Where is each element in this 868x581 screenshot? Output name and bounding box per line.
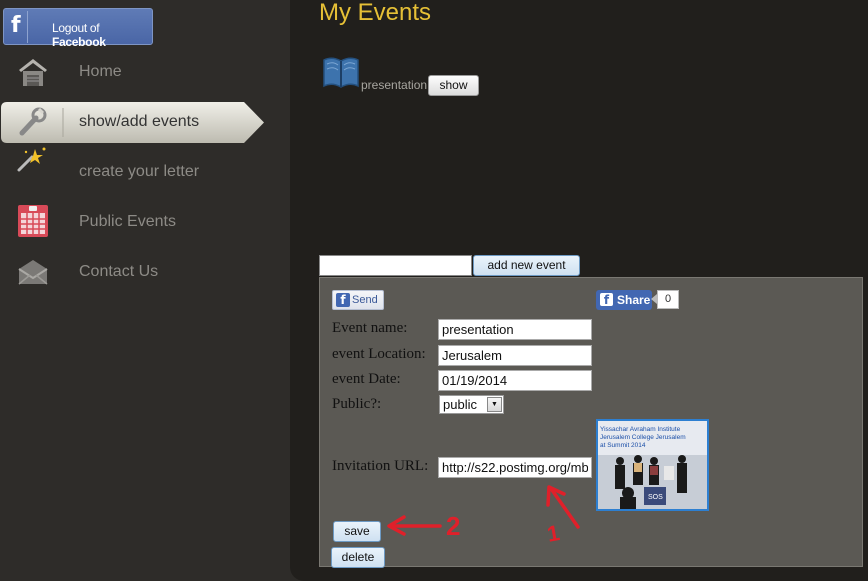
home-icon	[19, 59, 47, 86]
share-label: Share	[617, 293, 651, 307]
sidebar-item-label: Public Events	[79, 213, 176, 230]
facebook-logout-button[interactable]: f Logout of Facebook	[3, 8, 153, 49]
event-location-input[interactable]	[438, 345, 592, 366]
facebook-icon: f	[600, 293, 613, 307]
book-icon[interactable]	[322, 56, 360, 90]
invitation-url-input[interactable]	[438, 457, 592, 478]
event-date-input[interactable]	[438, 370, 592, 391]
add-new-event-button[interactable]: add new event	[473, 255, 580, 276]
public-field-label: Public?:	[332, 396, 382, 412]
envelope-icon	[18, 260, 48, 285]
event-name-field-label: Event name:	[332, 320, 408, 336]
sidebar-item-label: show/add events	[79, 113, 200, 130]
chevron-down-icon: ▼	[487, 397, 502, 412]
facebook-icon: f	[11, 13, 21, 38]
sidebar-item-label: create your letter	[79, 163, 200, 180]
sidebar-item-label: Home	[79, 63, 122, 80]
event-date-label: event Date:	[332, 371, 401, 387]
sidebar-item-create-letter[interactable]: create your letter	[0, 147, 290, 192]
delete-button[interactable]: delete	[331, 547, 385, 568]
save-button[interactable]: save	[333, 521, 381, 542]
share-count: 0	[657, 290, 679, 309]
sidebar-item-contact-us[interactable]: Contact Us	[0, 252, 290, 292]
facebook-send-button[interactable]: f Send	[332, 290, 384, 310]
invitation-url-label: Invitation URL:	[332, 458, 429, 474]
wrench-icon	[19, 107, 47, 136]
logout-label: Logout of Facebook	[52, 21, 106, 49]
page-title: My Events	[319, 0, 432, 26]
image-caption-line: Jerusalem College Jerusalem	[600, 434, 686, 441]
public-select-value: public	[443, 397, 477, 412]
event-location-label: event Location:	[332, 346, 426, 362]
sidebar-item-show-add-events[interactable]: show/add events	[0, 102, 290, 142]
sidebar: f Logout of Facebook Home show/add event	[0, 0, 290, 581]
image-banner-text: SOS	[648, 494, 663, 501]
public-select[interactable]: public ▼	[439, 395, 504, 414]
magic-wand-icon	[17, 147, 46, 172]
sidebar-item-label: Contact Us	[79, 263, 159, 280]
sidebar-item-public-events[interactable]: Public Events	[0, 202, 290, 242]
event-name-label[interactable]: presentation	[361, 78, 427, 92]
show-event-button[interactable]: show	[428, 75, 479, 96]
group-photo-image: Yissachar Avraham Institute Jerusalem Co…	[598, 421, 707, 509]
sidebar-item-home[interactable]: Home	[0, 52, 290, 92]
image-caption-line: at Summit 2014	[600, 442, 646, 449]
event-name-input[interactable]	[438, 319, 592, 340]
divider	[27, 11, 28, 43]
send-label: Send	[352, 294, 378, 306]
invitation-image-preview: Yissachar Avraham Institute Jerusalem Co…	[596, 419, 709, 511]
facebook-share-button[interactable]: f Share	[596, 290, 652, 310]
facebook-icon: f	[336, 293, 350, 307]
image-caption-line: Yissachar Avraham Institute	[600, 426, 681, 433]
calendar-icon	[18, 205, 48, 237]
new-event-input[interactable]	[319, 255, 472, 276]
